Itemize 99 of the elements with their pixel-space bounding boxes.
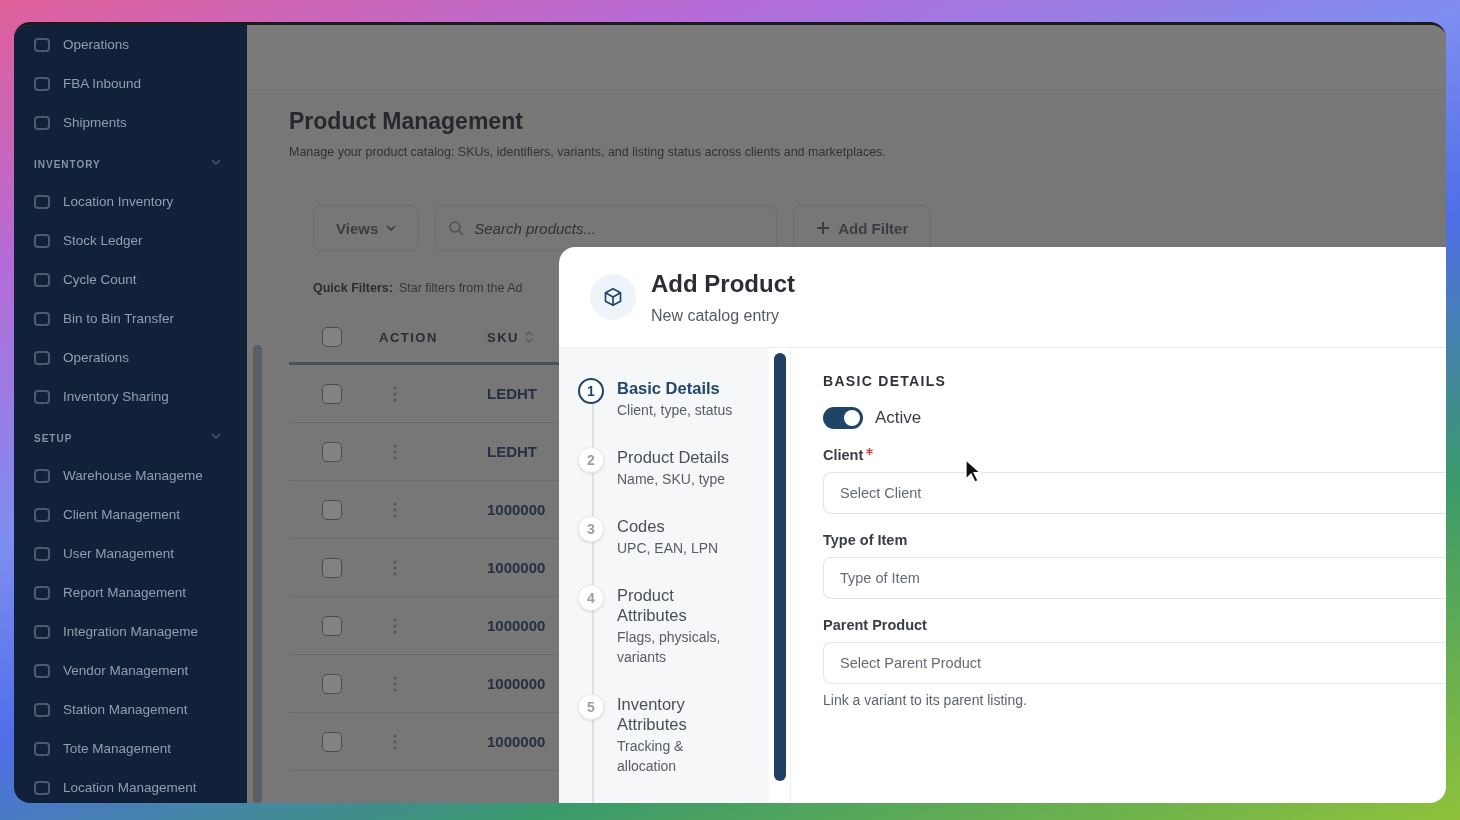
nav-item[interactable]: Location Inventory — [14, 182, 247, 221]
nav-item[interactable]: Operations — [14, 25, 247, 64]
field-label: Parent Product — [823, 617, 927, 633]
square-icon — [33, 309, 51, 328]
nav-item[interactable]: Operations — [14, 338, 247, 377]
square-icon — [33, 192, 51, 211]
toggle-label: Active — [875, 408, 922, 428]
step-title[interactable]: Product Attributes — [617, 585, 741, 625]
nav-item[interactable]: Bin to Bin Transfer — [14, 299, 247, 338]
nav-item[interactable]: Warehouse Manageme — [14, 456, 247, 495]
help-text: Link a variant to its parent listing. — [823, 692, 1028, 708]
sort-icon — [524, 330, 533, 344]
modal-subtitle: New catalog entry — [651, 306, 781, 325]
step-subtitle: UPC, EAN, LPN — [617, 539, 720, 558]
checkbox[interactable] — [322, 615, 342, 636]
more-icon[interactable] — [393, 500, 397, 519]
section-title: SETUP — [34, 433, 73, 444]
more-icon[interactable] — [393, 732, 397, 751]
nav-item[interactable]: Report Management — [14, 573, 247, 612]
quick-filters-hint: Star filters from the Ad — [398, 281, 523, 295]
sku-cell: 1000000 — [487, 559, 546, 576]
step-title[interactable]: Product Details — [617, 447, 741, 467]
square-icon — [33, 778, 51, 797]
plus-icon — [816, 221, 831, 235]
chevron-icon — [386, 225, 397, 231]
sku-cell: LEDHT — [487, 385, 537, 402]
step-subtitle: Tracking & allocation — [617, 737, 685, 776]
square-icon — [33, 74, 51, 93]
modal-title: Add Product — [651, 269, 795, 298]
step-title[interactable]: Basic Details — [617, 378, 741, 398]
cube-icon — [603, 287, 623, 307]
nav-item[interactable]: Integration Manageme — [14, 612, 247, 651]
sku-cell: 1000000 — [487, 675, 546, 692]
nav-item[interactable]: Shipments — [14, 103, 247, 142]
nav-item[interactable]: Inventory Sharing — [14, 377, 247, 416]
search-icon — [448, 220, 465, 236]
square-icon — [33, 466, 51, 485]
square-icon — [33, 387, 51, 406]
square-icon — [33, 113, 51, 132]
more-icon[interactable] — [393, 442, 397, 461]
square-icon — [33, 583, 51, 602]
nav-item[interactable]: Cycle Count — [14, 260, 247, 299]
square-icon — [33, 544, 51, 563]
square-icon — [33, 622, 51, 641]
sku-cell: 1000000 — [487, 617, 546, 634]
square-icon — [33, 348, 51, 367]
checkbox[interactable] — [322, 499, 342, 520]
checkbox[interactable] — [322, 673, 342, 694]
field-label: Type of Item — [823, 532, 908, 548]
sku-cell: LEDHT — [487, 443, 537, 460]
step-number[interactable]: 1 — [578, 378, 604, 404]
nav-item[interactable]: FBA Inbound — [14, 64, 247, 103]
column-header: ACTION — [379, 329, 439, 345]
more-icon[interactable] — [393, 674, 397, 693]
square-icon — [33, 505, 51, 524]
step-subtitle: Name, SKU, type — [617, 470, 727, 489]
square-icon — [33, 700, 51, 719]
checkbox[interactable] — [322, 557, 342, 578]
page-subtitle: Manage your product catalog: SKUs, identifiers, variants, and listing status across clients and marketplaces. — [289, 145, 887, 159]
nav-item[interactable]: Vendor Management — [14, 651, 247, 690]
checkbox[interactable] — [322, 731, 342, 752]
square-icon — [33, 35, 51, 54]
scrollbar-thumb[interactable] — [774, 353, 786, 781]
nav-item[interactable]: Station Management — [14, 690, 247, 729]
nav-item[interactable]: User Management — [14, 534, 247, 573]
more-icon[interactable] — [393, 558, 397, 577]
nav-item[interactable]: Location Management — [14, 768, 247, 803]
sku-cell: 1000000 — [487, 501, 546, 518]
nav-item[interactable]: Tote Management — [14, 729, 247, 768]
step-subtitle: Client, type, status — [617, 401, 734, 420]
select-field[interactable]: Select Parent Product — [823, 642, 1446, 684]
active-toggle[interactable] — [823, 407, 863, 429]
nav-item[interactable]: Client Management — [14, 495, 247, 534]
chevron-icon[interactable] — [211, 433, 221, 439]
more-icon[interactable] — [393, 616, 397, 635]
nav-item[interactable]: Stock Ledger — [14, 221, 247, 260]
square-icon — [33, 231, 51, 250]
section-title: BASIC DETAILS — [823, 373, 948, 389]
section-title: INVENTORY — [34, 159, 101, 170]
field-label: Client — [823, 447, 864, 463]
select-field[interactable]: Type of Item — [823, 557, 1446, 599]
chevron-icon[interactable] — [211, 159, 221, 165]
pointer-icon — [965, 459, 981, 483]
checkbox[interactable] — [322, 327, 342, 347]
square-icon — [33, 661, 51, 680]
square-icon — [33, 270, 51, 289]
step-subtitle: Flags, physicals, variants — [617, 628, 722, 667]
select-field[interactable]: Select Client — [823, 472, 1446, 514]
column-header[interactable]: SKU — [487, 329, 607, 345]
square-icon — [33, 739, 51, 758]
step-title[interactable]: Inventory Attributes — [617, 694, 741, 734]
more-icon[interactable] — [393, 384, 397, 403]
quick-filters-label: Quick Filters: — [313, 281, 393, 295]
sku-cell: 1000000 — [487, 733, 546, 750]
page-title: Product Management — [289, 108, 524, 135]
checkbox[interactable] — [322, 441, 342, 462]
scrollbar[interactable] — [253, 345, 262, 803]
step-title[interactable]: Codes — [617, 516, 741, 536]
checkbox[interactable] — [322, 383, 342, 404]
